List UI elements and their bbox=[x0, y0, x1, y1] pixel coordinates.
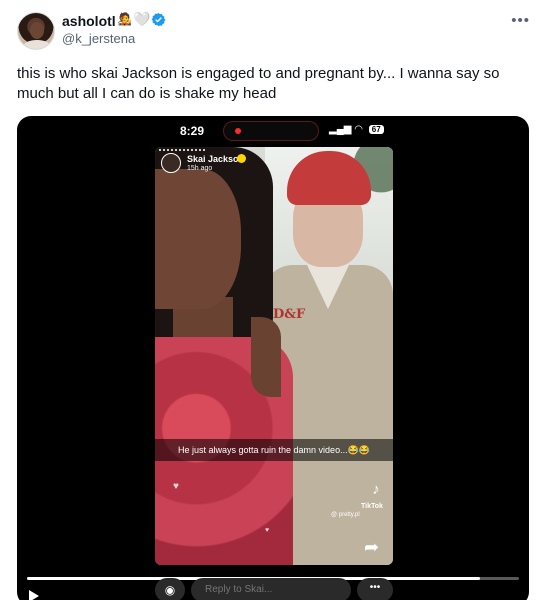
play-icon[interactable] bbox=[29, 590, 39, 600]
story-reply-bar: ◉ ••• bbox=[155, 578, 393, 600]
woman-figure bbox=[155, 147, 295, 565]
author-avatar[interactable] bbox=[17, 12, 55, 50]
share-arrow-icon[interactable]: ➦ bbox=[364, 537, 386, 557]
camera-icon[interactable]: ◉ bbox=[155, 578, 185, 600]
tiktok-logo-icon: ♪ bbox=[372, 481, 380, 498]
story-caption: He just always gotta ruin the damn video… bbox=[155, 439, 393, 461]
more-horizontal-icon[interactable]: ••• bbox=[511, 12, 530, 29]
dynamic-island bbox=[223, 121, 319, 141]
story-frame: D&F Skai Jackson 15h ago He just always … bbox=[155, 147, 393, 565]
tiktok-brand: TikTok bbox=[361, 503, 383, 510]
story-time-ago: 15h ago bbox=[187, 165, 213, 172]
story-progress-dots bbox=[159, 149, 205, 151]
white-heart-icon: 🤍 bbox=[133, 11, 151, 27]
floating-heart-icon: ♥ bbox=[173, 481, 179, 492]
reply-more-icon[interactable]: ••• bbox=[357, 578, 393, 600]
recording-dot-icon bbox=[235, 128, 241, 134]
phone-status-icons: ▂▄▆ ◠ 67 bbox=[329, 124, 384, 135]
story-avatar[interactable] bbox=[161, 153, 181, 173]
wifi-icon: ◠ bbox=[354, 124, 363, 135]
author-handle[interactable]: @k_jerstena bbox=[62, 31, 135, 46]
man-red-cap bbox=[287, 151, 371, 205]
phone-status-time: 8:29 bbox=[180, 124, 205, 138]
avatar-body bbox=[23, 40, 51, 49]
author-badge-emoji: 🧑‍🎤 bbox=[117, 12, 132, 26]
story-reply-input[interactable] bbox=[191, 578, 351, 600]
battery-icon: 67 bbox=[368, 125, 384, 134]
story-username[interactable]: Skai Jackson bbox=[187, 154, 244, 164]
video-player[interactable]: 8:29 ▂▄▆ ◠ 67 D&F Skai Jackson 15h ago H… bbox=[17, 116, 529, 600]
woman-shoulder bbox=[251, 317, 281, 397]
woman-face bbox=[155, 169, 241, 309]
floating-heart-icon-small: ♥ bbox=[265, 527, 270, 534]
author-display-name[interactable]: asholotl bbox=[62, 13, 116, 29]
tiktok-username: @ pretty.pl bbox=[331, 512, 360, 518]
signal-icon: ▂▄▆ bbox=[329, 124, 352, 135]
avatar-face bbox=[30, 22, 44, 39]
tweet-text: this is who skai Jackson is engaged to a… bbox=[17, 65, 500, 102]
story-star-icon bbox=[237, 154, 246, 163]
tweet: asholotl 🧑‍🎤 🤍 @k_jerstena ••• this is w… bbox=[0, 0, 546, 600]
verified-badge-icon bbox=[151, 12, 166, 27]
